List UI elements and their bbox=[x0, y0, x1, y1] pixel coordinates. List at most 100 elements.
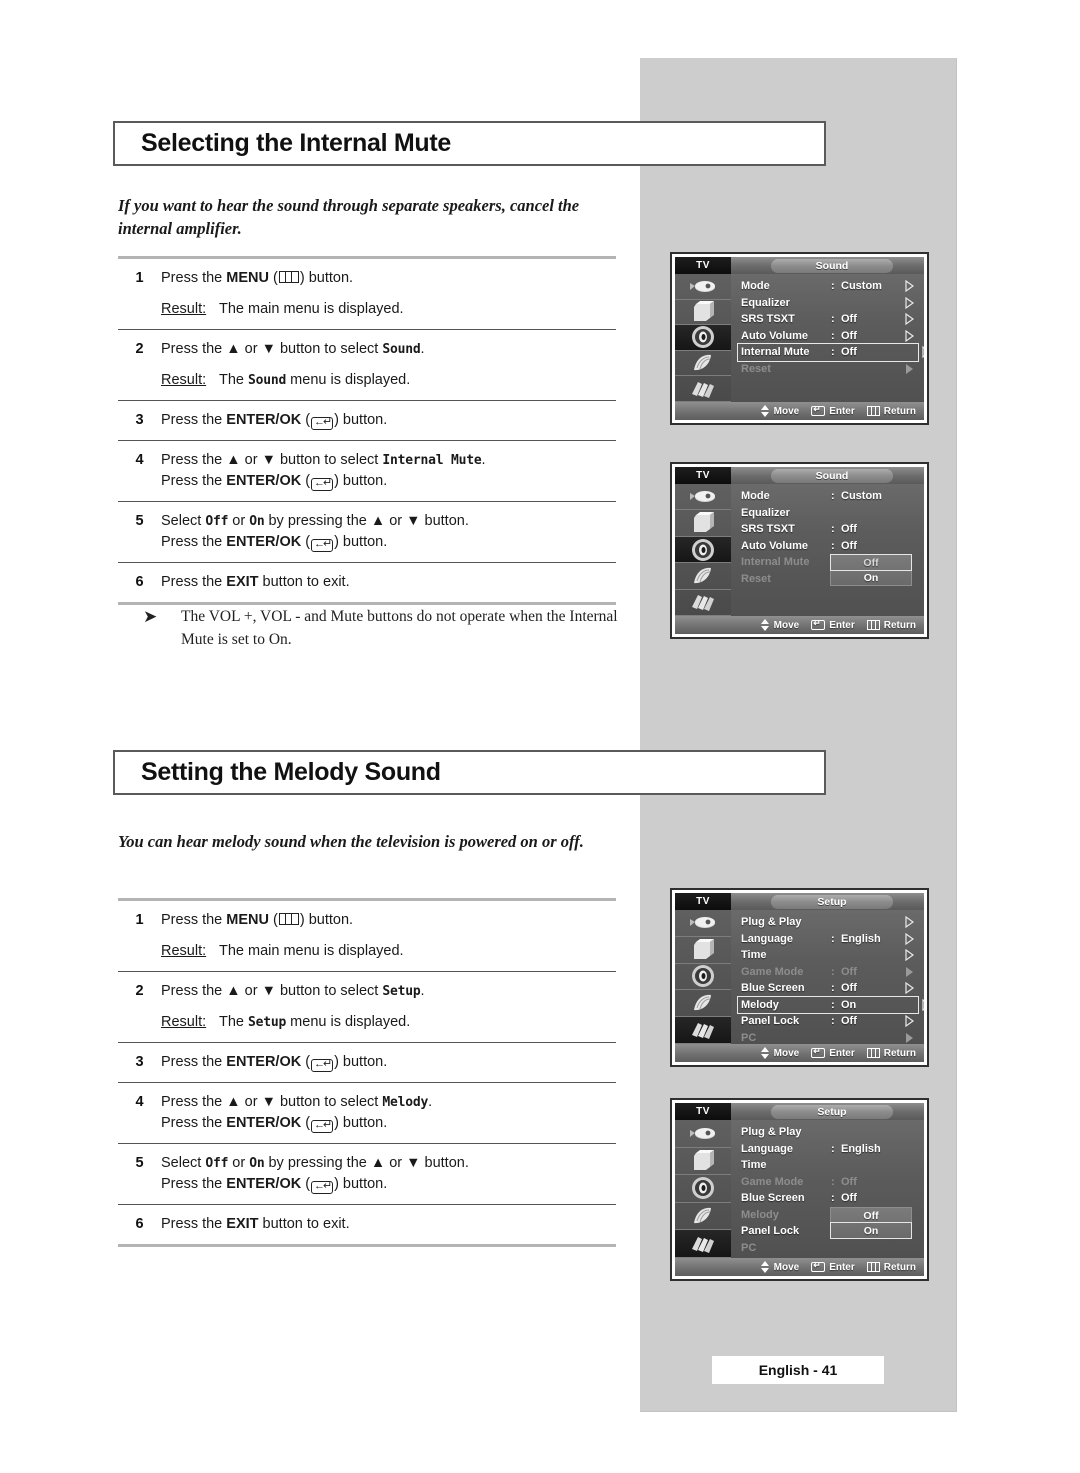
step-text-post: button to exit. bbox=[258, 1216, 350, 1232]
osd-row-mode[interactable]: Mode: Custom bbox=[741, 278, 924, 295]
enter-icon bbox=[811, 1046, 826, 1058]
osd-row-mode[interactable]: Mode: Custom bbox=[741, 488, 924, 505]
osd-rail-icon-1[interactable] bbox=[675, 937, 731, 964]
osd-row-srs-tsxt[interactable]: SRS TSXT: Off bbox=[741, 311, 924, 328]
step-text-post: ) button. bbox=[334, 1054, 388, 1070]
up-down-arrows-icon bbox=[760, 619, 770, 631]
osd-row-colon: : bbox=[831, 932, 835, 945]
osd-option-off[interactable]: Off bbox=[831, 1208, 911, 1223]
osd-row-label: SRS TSXT bbox=[741, 313, 795, 326]
osd-row-plug-play[interactable]: Plug & Play bbox=[741, 1124, 924, 1141]
chevron-right-icon bbox=[904, 363, 915, 378]
osd-row-colon: : bbox=[831, 280, 835, 293]
osd-option-on[interactable]: On bbox=[831, 570, 911, 585]
result-label: Result: bbox=[161, 372, 207, 388]
osd-row-time[interactable]: Time bbox=[741, 947, 924, 964]
step-row: 2 Press the ▲ or ▼ button to select Setu… bbox=[118, 972, 616, 1042]
osd-rail-icon-0[interactable] bbox=[675, 484, 731, 511]
step-text: Press the ENTER/OK (←↵) button. bbox=[161, 1054, 388, 1072]
osd-row-blue-screen[interactable]: Blue Screen: Off bbox=[741, 980, 924, 997]
osd-return-hint: Return bbox=[866, 406, 916, 417]
step-text: Select Off or On by pressing the ▲ or ▼ … bbox=[161, 511, 616, 532]
page-title: Selecting the Internal Mute bbox=[141, 129, 452, 157]
step-text-pre: Press the bbox=[161, 912, 227, 928]
option-off: Off bbox=[205, 514, 229, 529]
osd-rail-icon-3[interactable] bbox=[675, 563, 731, 590]
osd-source-label: TV bbox=[675, 1103, 731, 1120]
step-text: Select Off or On by pressing the ▲ or ▼ … bbox=[161, 1153, 616, 1174]
osd-row-game-mode[interactable]: Game Mode: Off bbox=[741, 1174, 924, 1191]
step-number: 5 bbox=[135, 1155, 144, 1171]
section-heading-internal-mute: Selecting the Internal Mute bbox=[113, 121, 826, 166]
osd-rail-icon-2[interactable] bbox=[675, 325, 731, 351]
step-row: 5 Select Off or On by pressing the ▲ or … bbox=[118, 1144, 616, 1204]
osd-rail-icon-4[interactable] bbox=[675, 590, 731, 617]
osd-rail-icon-4[interactable] bbox=[675, 376, 731, 402]
osd-footer-bar: Move Enter Return bbox=[675, 616, 924, 634]
osd-row-panel-lock[interactable]: Panel Lock: Off bbox=[741, 1013, 924, 1030]
result-label: Result: bbox=[161, 1014, 207, 1030]
step-number: 4 bbox=[135, 452, 144, 468]
osd-move-hint: Move bbox=[760, 1261, 799, 1273]
osd-rail-icon-1[interactable] bbox=[675, 510, 731, 537]
osd-row-pc[interactable]: PC bbox=[741, 1030, 924, 1047]
osd-row-melody[interactable]: Melody: On bbox=[737, 995, 924, 1014]
menu-icon bbox=[278, 271, 299, 283]
osd-row-time[interactable]: Time bbox=[741, 1157, 924, 1174]
step-result: Result: The main menu is displayed. bbox=[161, 941, 616, 962]
osd-row-colon: : bbox=[831, 982, 835, 995]
step-row: 4 Press the ▲ or ▼ button to select Inte… bbox=[118, 441, 616, 501]
enter-icon: ←↵ bbox=[311, 1120, 334, 1133]
osd-rail-icon-2[interactable] bbox=[675, 1175, 731, 1203]
osd-row-equalizer[interactable]: Equalizer bbox=[741, 295, 924, 312]
osd-row-plug-play[interactable]: Plug & Play bbox=[741, 914, 924, 931]
osd-rail-icon-0[interactable] bbox=[675, 274, 731, 300]
osd-inner: TV Sound Mode: Custom Equalizer SRS TSXT: Off A… bbox=[675, 257, 924, 420]
osd-rail-icon-0[interactable] bbox=[675, 910, 731, 937]
osd-row-blue-screen[interactable]: Blue Screen: Off bbox=[741, 1190, 924, 1207]
step-text-post: ) button. bbox=[299, 912, 354, 928]
osd-rail-icon-3[interactable] bbox=[675, 1203, 731, 1231]
osd-row-value: Custom bbox=[841, 490, 882, 503]
chevron-right-icon bbox=[904, 915, 915, 931]
osd-rail-icon-1[interactable] bbox=[675, 1148, 731, 1176]
step-text-pre: Press the bbox=[161, 574, 227, 590]
osd-option-off[interactable]: Off bbox=[830, 554, 912, 571]
osd-row-colon: : bbox=[831, 1175, 835, 1188]
osd-rail-icon-1[interactable] bbox=[675, 300, 731, 326]
osd-rail-icon-2[interactable] bbox=[675, 964, 731, 991]
exit-button-label: EXIT bbox=[226, 574, 259, 590]
page-title-2: Setting the Melody Sound bbox=[141, 758, 441, 786]
osd-row-label: Game Mode bbox=[741, 1175, 804, 1188]
step-text-post: by pressing the ▲ or ▼ button. bbox=[264, 1155, 469, 1171]
osd-row-game-mode[interactable]: Game Mode: Off bbox=[741, 964, 924, 981]
osd-row-internal-mute[interactable]: Internal Mute: Off bbox=[737, 343, 924, 362]
osd-row-value: Off bbox=[841, 539, 857, 552]
menu-name: Sound bbox=[382, 342, 421, 357]
osd-menu-title: Setup bbox=[771, 1105, 893, 1119]
osd-row-language[interactable]: Language: English bbox=[741, 931, 924, 948]
page-footer-label: English - 41 bbox=[712, 1356, 884, 1384]
osd-row-equalizer[interactable]: Equalizer bbox=[741, 505, 924, 522]
steps-list-internal-mute: 1 Press the MENU () button. Result: The … bbox=[118, 256, 616, 605]
osd-row-pc[interactable]: PC bbox=[741, 1240, 924, 1257]
osd-row-srs-tsxt[interactable]: SRS TSXT: Off bbox=[741, 521, 924, 538]
osd-rail-icon-3[interactable] bbox=[675, 351, 731, 377]
osd-option-popup[interactable]: Off On bbox=[830, 1207, 912, 1239]
osd-option-popup[interactable]: Off On bbox=[830, 554, 912, 586]
step-row: 1 Press the MENU () button. Result: The … bbox=[118, 259, 616, 329]
step-text: Press the EXIT button to exit. bbox=[161, 1214, 616, 1235]
osd-rail-icon-2[interactable] bbox=[675, 536, 731, 564]
osd-rail-icon-3[interactable] bbox=[675, 990, 731, 1018]
osd-rail-icon-4[interactable] bbox=[675, 1017, 731, 1044]
osd-row-reset[interactable]: Reset bbox=[741, 361, 924, 378]
chevron-right-icon bbox=[921, 345, 924, 361]
osd-row-auto-volume[interactable]: Auto Volume: Off bbox=[741, 538, 924, 555]
osd-row-language[interactable]: Language: English bbox=[741, 1141, 924, 1158]
osd-enter-hint: Enter bbox=[811, 1046, 855, 1059]
osd-row-auto-volume[interactable]: Auto Volume: Off bbox=[741, 328, 924, 345]
osd-rail-icon-4[interactable] bbox=[675, 1230, 731, 1258]
osd-option-on[interactable]: On bbox=[830, 1222, 912, 1239]
osd-rail-icon-0[interactable] bbox=[675, 1120, 731, 1148]
step-result: Result: The Setup menu is displayed. bbox=[161, 1012, 616, 1033]
